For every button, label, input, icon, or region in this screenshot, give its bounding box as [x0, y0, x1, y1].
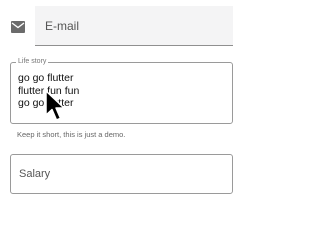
email-field[interactable]: E-mail [35, 6, 233, 46]
form-page: E-mail Life story go go flutter flutter … [0, 0, 243, 200]
mouse-pointer-icon [44, 90, 68, 122]
salary-field[interactable]: Salary [10, 154, 233, 194]
life-story-line: go go flutter [18, 72, 74, 84]
email-icon [11, 20, 25, 33]
life-story-label: Life story [16, 57, 49, 67]
email-placeholder: E-mail [45, 19, 80, 33]
salary-placeholder: Salary [19, 168, 51, 180]
life-story-helper-text: Keep it short, this is just a demo. [17, 130, 126, 139]
